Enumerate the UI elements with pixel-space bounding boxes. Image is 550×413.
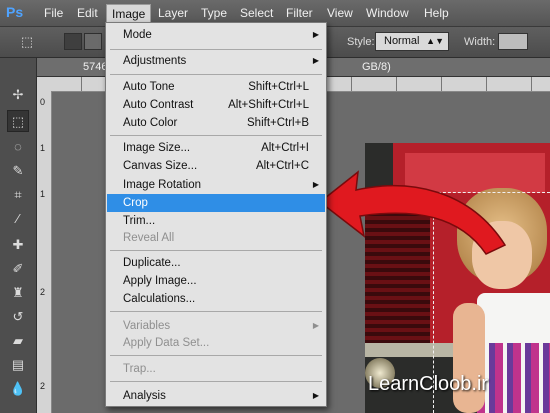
blur-tool-icon[interactable]: 💧 bbox=[7, 378, 29, 400]
menu-view[interactable]: View bbox=[327, 0, 353, 26]
brush-tool-icon[interactable]: ✐ bbox=[7, 258, 29, 280]
crop-tool-icon[interactable]: ⌗ bbox=[7, 184, 29, 206]
ruler-number: 2 bbox=[40, 381, 46, 391]
ruler-number: 1 bbox=[40, 143, 46, 153]
eraser-tool-icon[interactable]: ▰ bbox=[7, 330, 29, 352]
menu-window[interactable]: Window bbox=[366, 0, 409, 26]
gradient-tool-icon[interactable]: ▤ bbox=[7, 354, 29, 376]
menu-separator bbox=[110, 49, 322, 50]
clone-stamp-tool-icon[interactable]: ♜ bbox=[7, 282, 29, 304]
menu-item-analysis[interactable]: Analysis ▶ bbox=[107, 387, 325, 405]
select-arrows-icon: ▲▼ bbox=[426, 36, 444, 46]
style-select-value: Normal bbox=[384, 35, 420, 47]
ruler-number: 0 bbox=[40, 97, 46, 107]
menu-item-mode[interactable]: Mode ▶ bbox=[107, 26, 325, 44]
menu-item-crop[interactable]: Crop bbox=[107, 194, 325, 212]
red-arrow-annotation bbox=[318, 170, 507, 255]
menu-item-apply-image[interactable]: Apply Image... bbox=[107, 272, 325, 290]
menu-edit[interactable]: Edit bbox=[77, 0, 98, 26]
image-menu-dropdown: Mode ▶ Adjustments ▶ Auto Tone Shift+Ctr… bbox=[105, 22, 327, 407]
style-label: Style: bbox=[347, 36, 375, 48]
menu-separator bbox=[110, 381, 322, 382]
menu-help[interactable]: Help bbox=[424, 0, 449, 26]
ruler-number: 1 bbox=[40, 189, 46, 199]
history-brush-tool-icon[interactable]: ↺ bbox=[7, 306, 29, 328]
menu-separator bbox=[110, 250, 322, 251]
menu-item-reveal-all[interactable]: Reveal All bbox=[107, 229, 325, 247]
submenu-arrow-icon: ▶ bbox=[312, 391, 319, 400]
width-label: Width: bbox=[464, 36, 496, 48]
menu-separator bbox=[110, 311, 322, 312]
submenu-arrow-icon: ▶ bbox=[312, 321, 319, 330]
document-tab-mode: GB/8) bbox=[362, 61, 391, 73]
rectangular-marquee-tool-icon[interactable]: ⬚ bbox=[7, 110, 29, 132]
submenu-arrow-icon: ▶ bbox=[312, 56, 319, 65]
menu-item-trim[interactable]: Trim... bbox=[107, 212, 325, 230]
menu-item-auto-color[interactable]: Auto Color Shift+Ctrl+B bbox=[107, 114, 325, 132]
menu-item-canvas-size[interactable]: Canvas Size... Alt+Ctrl+C bbox=[107, 157, 325, 175]
menu-item-image-rotation[interactable]: Image Rotation ▶ bbox=[107, 176, 325, 194]
add-selection-button[interactable] bbox=[84, 33, 102, 50]
menu-item-apply-data-set[interactable]: Apply Data Set... bbox=[107, 334, 325, 352]
menu-item-trap[interactable]: Trap... bbox=[107, 360, 325, 378]
menu-item-auto-tone[interactable]: Auto Tone Shift+Ctrl+L bbox=[107, 78, 325, 96]
menu-item-auto-contrast[interactable]: Auto Contrast Alt+Shift+Ctrl+L bbox=[107, 96, 325, 114]
lasso-tool-icon[interactable]: ◌ bbox=[7, 136, 29, 158]
new-selection-button[interactable] bbox=[64, 33, 82, 50]
menu-file[interactable]: File bbox=[44, 0, 63, 26]
submenu-arrow-icon: ▶ bbox=[312, 180, 319, 189]
menu-separator bbox=[110, 74, 322, 75]
menu-separator bbox=[110, 355, 322, 356]
menu-item-variables[interactable]: Variables ▶ bbox=[107, 317, 325, 335]
width-input[interactable] bbox=[498, 33, 528, 50]
menu-separator bbox=[110, 135, 322, 136]
healing-brush-tool-icon[interactable]: ✚ bbox=[7, 234, 29, 256]
move-tool-icon[interactable]: ✢ bbox=[7, 84, 29, 106]
menu-item-image-size[interactable]: Image Size... Alt+Ctrl+I bbox=[107, 139, 325, 157]
vertical-ruler: 0 1 1 2 2 bbox=[37, 91, 52, 413]
style-select[interactable]: Normal ▲▼ bbox=[375, 32, 449, 51]
eyedropper-tool-icon[interactable]: ⁄ bbox=[7, 208, 29, 230]
marquee-preset-icon[interactable]: ⬚ bbox=[16, 31, 38, 53]
watermark-text: LearnCloob.ir bbox=[368, 373, 489, 395]
menu-item-duplicate[interactable]: Duplicate... bbox=[107, 254, 325, 272]
menu-item-calculations[interactable]: Calculations... bbox=[107, 290, 325, 308]
ruler-number: 2 bbox=[40, 287, 46, 297]
quick-selection-tool-icon[interactable]: ✎ bbox=[7, 160, 29, 182]
photoshop-logo: Ps bbox=[6, 4, 24, 20]
tools-panel: ✢ ⬚ ◌ ✎ ⌗ ⁄ ✚ ✐ ♜ ↺ ▰ ▤ 💧 bbox=[0, 58, 37, 413]
submenu-arrow-icon: ▶ bbox=[312, 30, 319, 39]
menu-item-adjustments[interactable]: Adjustments ▶ bbox=[107, 52, 325, 70]
